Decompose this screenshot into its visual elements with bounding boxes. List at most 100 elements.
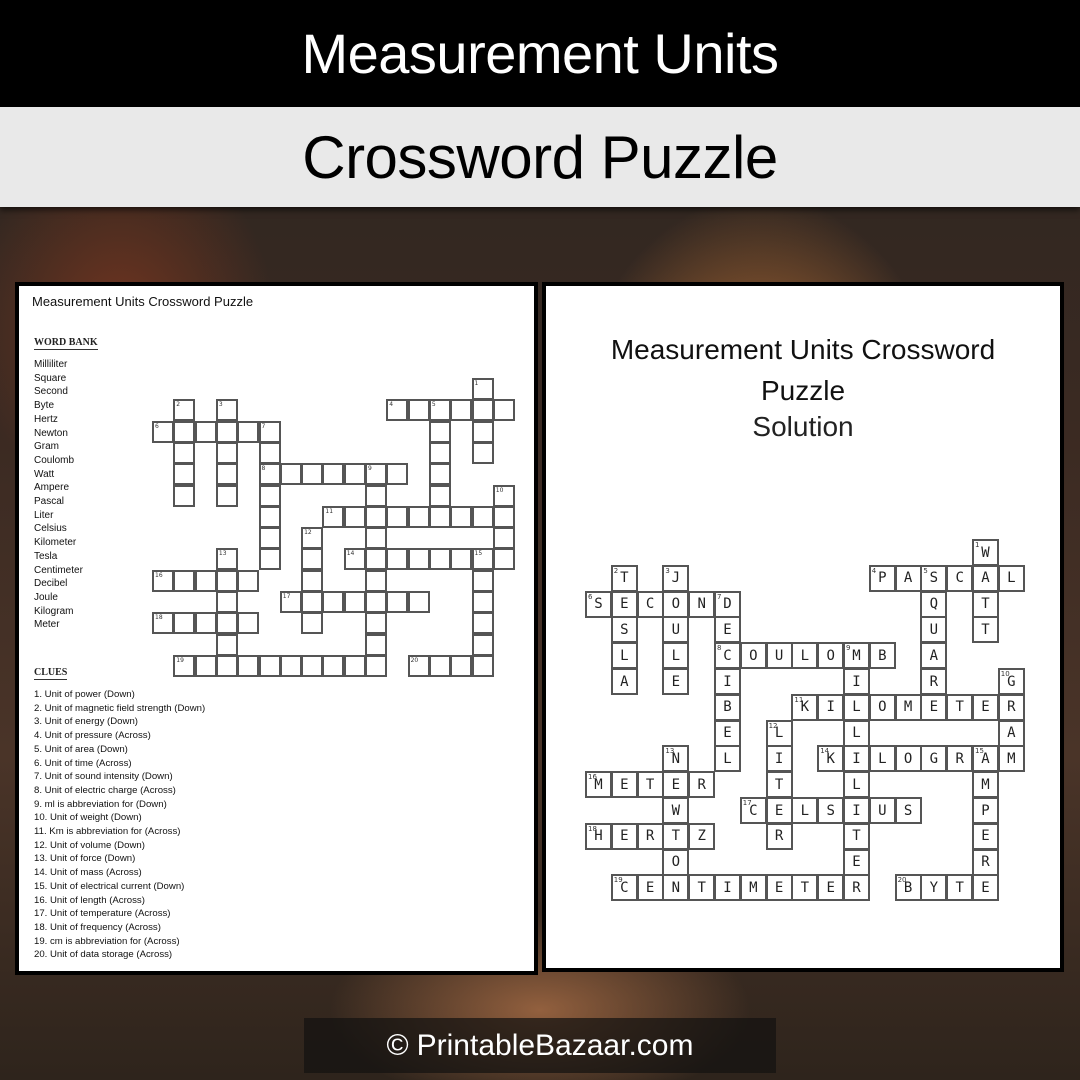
puzzle-cell[interactable] — [450, 548, 473, 571]
puzzle-cell[interactable]: 10 — [492, 484, 515, 507]
puzzle-cell[interactable] — [173, 612, 196, 635]
puzzle-cell[interactable] — [471, 654, 494, 677]
puzzle-cell[interactable] — [428, 654, 451, 677]
puzzle-cell[interactable] — [471, 612, 494, 635]
puzzle-cell[interactable] — [258, 548, 281, 571]
puzzle-cell[interactable] — [301, 463, 324, 486]
puzzle-cell[interactable] — [407, 548, 430, 571]
puzzle-cell[interactable]: 4 — [386, 399, 409, 422]
puzzle-cell[interactable] — [173, 463, 196, 486]
puzzle-cell[interactable] — [365, 484, 387, 507]
puzzle-cell[interactable] — [450, 654, 473, 677]
puzzle-cell[interactable] — [428, 441, 451, 464]
puzzle-cell[interactable]: 19 — [173, 654, 196, 677]
puzzle-cell[interactable] — [279, 463, 302, 486]
puzzle-cell[interactable] — [386, 505, 409, 528]
puzzle-cell[interactable] — [428, 420, 451, 443]
puzzle-cell[interactable] — [407, 505, 430, 528]
puzzle-cell[interactable]: 17 — [279, 591, 302, 613]
puzzle-cell[interactable]: 13 — [215, 548, 238, 571]
puzzle-cell[interactable] — [343, 591, 366, 613]
puzzle-cell[interactable] — [365, 633, 387, 656]
puzzle-cell[interactable] — [365, 548, 387, 571]
puzzle-cell[interactable] — [215, 591, 238, 613]
puzzle-cell[interactable]: 7 — [258, 420, 281, 443]
puzzle-cell[interactable] — [301, 654, 324, 677]
puzzle-cell[interactable]: 12 — [301, 527, 324, 550]
puzzle-cell[interactable]: 6 — [152, 420, 174, 443]
puzzle-cell[interactable] — [258, 654, 281, 677]
puzzle-cell[interactable] — [407, 399, 430, 422]
puzzle-cell[interactable] — [365, 591, 387, 613]
puzzle-cell[interactable] — [365, 505, 387, 528]
puzzle-cell[interactable] — [215, 633, 238, 656]
puzzle-cell[interactable]: 14 — [343, 548, 366, 571]
puzzle-cell[interactable] — [301, 612, 324, 635]
puzzle-cell[interactable] — [258, 505, 281, 528]
puzzle-cell[interactable] — [450, 399, 473, 422]
puzzle-cell[interactable] — [194, 569, 217, 592]
puzzle-cell[interactable]: 8 — [258, 463, 281, 486]
puzzle-cell[interactable] — [471, 399, 494, 422]
puzzle-cell[interactable] — [215, 463, 238, 486]
puzzle-cell[interactable] — [173, 569, 196, 592]
puzzle-cell[interactable]: 20 — [407, 654, 430, 677]
puzzle-cell[interactable]: 5 — [428, 399, 451, 422]
puzzle-cell[interactable] — [322, 654, 345, 677]
puzzle-cell[interactable] — [386, 463, 409, 486]
puzzle-cell[interactable] — [194, 654, 217, 677]
puzzle-cell[interactable]: 11 — [322, 505, 345, 528]
puzzle-cell[interactable] — [258, 441, 281, 464]
puzzle-cell[interactable] — [386, 591, 409, 613]
puzzle-cell[interactable] — [215, 420, 238, 443]
puzzle-cell[interactable] — [343, 505, 366, 528]
puzzle-cell[interactable] — [173, 441, 196, 464]
puzzle-cell[interactable] — [365, 612, 387, 635]
puzzle-cell[interactable]: 18 — [152, 612, 174, 635]
puzzle-cell[interactable] — [194, 612, 217, 635]
puzzle-cell[interactable] — [215, 612, 238, 635]
puzzle-cell[interactable] — [365, 527, 387, 550]
puzzle-cell[interactable] — [365, 654, 387, 677]
puzzle-cell[interactable]: 16 — [152, 569, 174, 592]
puzzle-cell[interactable]: 2 — [173, 399, 196, 422]
puzzle-cell[interactable]: 9 — [365, 463, 387, 486]
puzzle-cell[interactable] — [237, 420, 260, 443]
puzzle-cell[interactable] — [301, 591, 324, 613]
puzzle-cell[interactable] — [365, 569, 387, 592]
puzzle-cell[interactable] — [471, 420, 494, 443]
puzzle-cell[interactable] — [407, 591, 430, 613]
puzzle-cell[interactable] — [279, 654, 302, 677]
puzzle-cell[interactable] — [215, 654, 238, 677]
puzzle-cell[interactable] — [343, 463, 366, 486]
puzzle-cell[interactable] — [428, 505, 451, 528]
puzzle-cell[interactable] — [471, 505, 494, 528]
puzzle-cell[interactable] — [471, 441, 494, 464]
puzzle-cell[interactable] — [215, 441, 238, 464]
puzzle-cell[interactable] — [237, 569, 260, 592]
puzzle-cell[interactable] — [471, 633, 494, 656]
puzzle-cell[interactable] — [237, 654, 260, 677]
puzzle-cell[interactable] — [301, 569, 324, 592]
puzzle-cell[interactable] — [386, 548, 409, 571]
puzzle-cell[interactable] — [258, 484, 281, 507]
puzzle-cell[interactable] — [492, 527, 515, 550]
puzzle-cell[interactable]: 3 — [215, 399, 238, 422]
puzzle-cell[interactable]: 15 — [471, 548, 494, 571]
puzzle-cell[interactable]: 1 — [471, 378, 494, 400]
puzzle-cell[interactable] — [428, 484, 451, 507]
puzzle-cell[interactable] — [301, 548, 324, 571]
puzzle-cell[interactable] — [492, 548, 515, 571]
puzzle-cell[interactable] — [173, 420, 196, 443]
puzzle-cell[interactable] — [322, 591, 345, 613]
puzzle-cell[interactable] — [492, 399, 515, 422]
puzzle-cell[interactable] — [471, 591, 494, 613]
puzzle-cell[interactable] — [215, 484, 238, 507]
puzzle-cell[interactable] — [492, 505, 515, 528]
puzzle-cell[interactable] — [343, 654, 366, 677]
puzzle-cell[interactable] — [322, 463, 345, 486]
puzzle-cell[interactable] — [471, 569, 494, 592]
puzzle-cell[interactable] — [258, 527, 281, 550]
puzzle-cell[interactable] — [194, 420, 217, 443]
puzzle-cell[interactable] — [215, 569, 238, 592]
